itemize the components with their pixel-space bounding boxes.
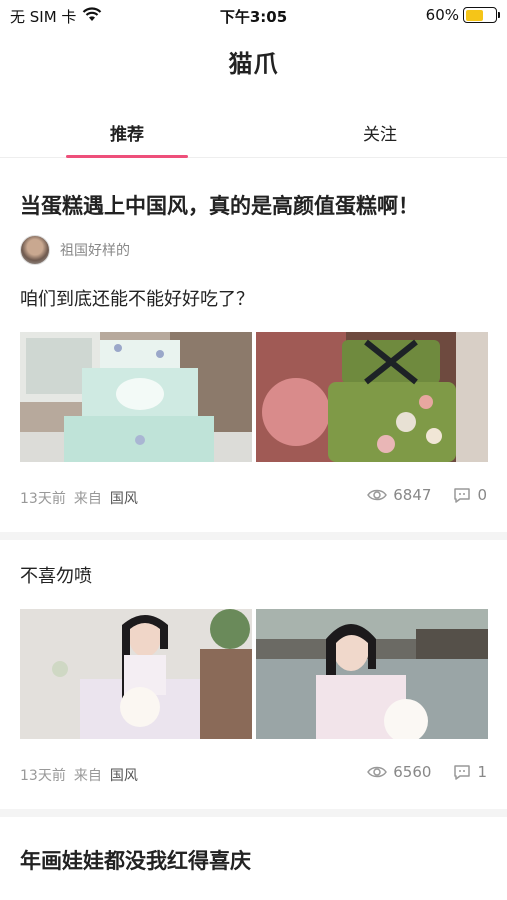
from-label: 来自 — [73, 768, 102, 784]
active-tab-indicator — [66, 155, 188, 158]
post-source: 13天前 来自 国风 — [20, 488, 138, 508]
post-title[interactable]: 年画娃娃都没我红得喜庆 — [20, 845, 251, 875]
comment-count[interactable]: 1 — [453, 763, 487, 781]
post-meta: 13天前 来自 国风 6847 0 — [20, 486, 487, 508]
feed-tabs: 推荐 关注 — [0, 108, 507, 158]
comment-icon[interactable] — [453, 764, 471, 781]
post-image-hanfu-2[interactable] — [256, 609, 488, 739]
post-divider — [0, 532, 507, 540]
view-count: 6560 — [367, 763, 431, 781]
post-text[interactable]: 不喜勿喷 — [20, 562, 92, 588]
eye-icon — [367, 489, 388, 501]
battery-icon — [463, 7, 500, 23]
post-author[interactable]: 祖国好样的 — [20, 235, 130, 265]
battery-text: 60% — [425, 6, 459, 24]
view-count: 6847 — [367, 486, 431, 504]
post-stats: 6847 0 — [367, 486, 487, 504]
comment-number: 0 — [477, 486, 487, 504]
status-right: 60% — [425, 6, 500, 24]
post-image-cake-1[interactable] — [20, 332, 252, 462]
post-meta: 13天前 来自 国风 6560 1 — [20, 763, 487, 785]
post-time: 13天前 — [20, 491, 66, 507]
avatar[interactable] — [20, 235, 50, 265]
comment-icon[interactable] — [453, 487, 471, 504]
from-label: 来自 — [73, 491, 102, 507]
post-image-cake-2[interactable] — [256, 332, 488, 462]
view-number: 6847 — [393, 486, 432, 504]
post-divider — [0, 809, 507, 817]
comment-count[interactable]: 0 — [453, 486, 487, 504]
post-stats: 6560 1 — [367, 763, 487, 781]
post-time: 13天前 — [20, 768, 66, 784]
category-link[interactable]: 国风 — [110, 765, 138, 785]
comment-number: 1 — [477, 763, 487, 781]
eye-icon — [367, 766, 388, 778]
post-source: 13天前 来自 国风 — [20, 765, 138, 785]
author-name[interactable]: 祖国好样的 — [60, 240, 130, 260]
tab-follow[interactable]: 关注 — [315, 120, 445, 145]
status-bar: 无 SIM 卡 下午3:05 60% — [0, 0, 507, 30]
tab-recommend[interactable]: 推荐 — [62, 120, 192, 145]
view-number: 6560 — [393, 763, 432, 781]
post-text: 咱们到底还能不能好好吃了？ — [20, 289, 254, 310]
category-link[interactable]: 国风 — [110, 488, 138, 508]
app-title: 猫爪 — [228, 50, 279, 78]
post-title[interactable]: 当蛋糕遇上中国风，真的是高颜值蛋糕啊！ — [20, 190, 419, 220]
battery-level — [465, 9, 483, 21]
post-image-hanfu-1[interactable] — [20, 609, 252, 739]
